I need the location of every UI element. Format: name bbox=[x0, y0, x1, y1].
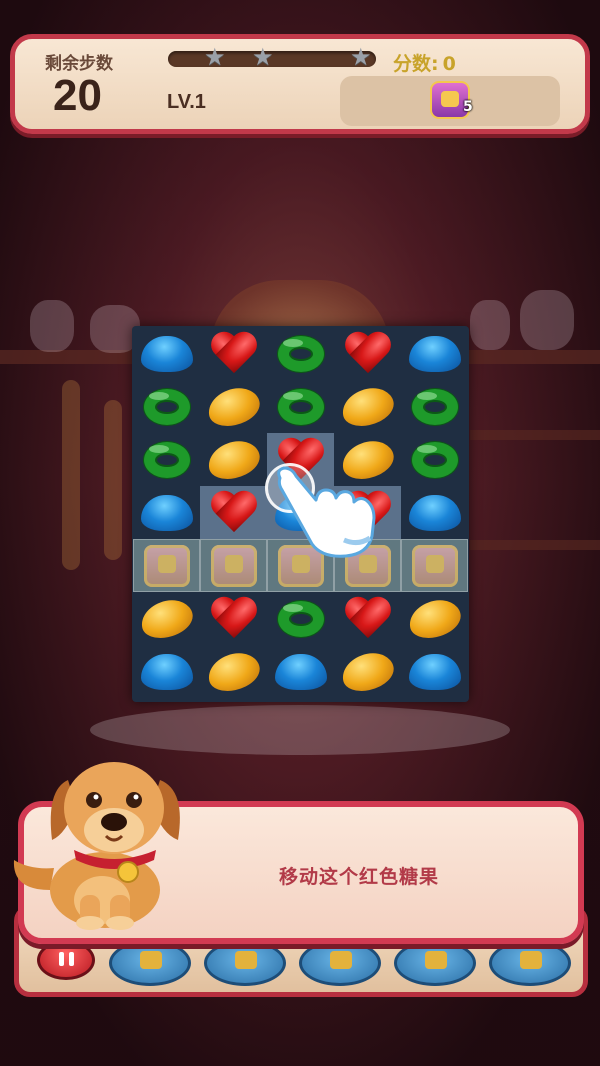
dog-icon bbox=[13, 762, 180, 930]
board-cell[interactable] bbox=[200, 380, 267, 433]
board-cell[interactable] bbox=[334, 592, 401, 645]
blue-candy-icon bbox=[408, 335, 461, 372]
locked-booster-slot[interactable] bbox=[204, 940, 286, 986]
blue-candy-icon bbox=[140, 653, 193, 690]
background-jar bbox=[470, 300, 510, 350]
yellow-candy-icon bbox=[338, 648, 397, 695]
blue-candy-icon bbox=[274, 653, 327, 690]
board-cell[interactable] bbox=[401, 433, 468, 486]
pause-button[interactable] bbox=[37, 940, 95, 980]
board-cell[interactable] bbox=[267, 592, 334, 645]
red-heart-candy-icon bbox=[344, 333, 392, 375]
score-value: 0 bbox=[442, 53, 456, 75]
green-ring-candy-icon bbox=[411, 441, 458, 478]
board-cell[interactable] bbox=[133, 327, 200, 380]
board-cell[interactable] bbox=[133, 645, 200, 698]
green-ring-candy-icon bbox=[277, 600, 324, 637]
board-cell[interactable] bbox=[401, 327, 468, 380]
background-jar bbox=[30, 300, 74, 352]
score-label: 分数: bbox=[393, 53, 439, 75]
blue-candy-icon bbox=[140, 335, 193, 372]
locked-booster-slot[interactable] bbox=[299, 940, 381, 986]
score-display: 分数: 0 bbox=[393, 49, 456, 76]
board-cell[interactable] bbox=[267, 645, 334, 698]
score-progress-bar: ★ ★ ★ bbox=[168, 45, 376, 69]
board-cell[interactable] bbox=[334, 645, 401, 698]
board-cell[interactable] bbox=[200, 327, 267, 380]
board-cell[interactable] bbox=[133, 486, 200, 539]
moves-counter: 20 bbox=[53, 71, 102, 120]
board-cell[interactable] bbox=[133, 592, 200, 645]
board-cell[interactable] bbox=[401, 539, 468, 592]
yellow-candy-icon bbox=[137, 595, 196, 642]
red-heart-candy-icon bbox=[210, 333, 258, 375]
board-cell[interactable] bbox=[200, 645, 267, 698]
board-cell[interactable] bbox=[200, 486, 267, 539]
red-heart-candy-icon bbox=[344, 598, 392, 640]
level-label: LV.1 bbox=[167, 91, 206, 113]
yellow-candy-icon bbox=[204, 436, 263, 483]
blue-candy-icon bbox=[408, 494, 461, 531]
blue-candy-icon bbox=[140, 494, 193, 531]
locked-booster-slot[interactable] bbox=[489, 940, 571, 986]
board-cell[interactable] bbox=[133, 380, 200, 433]
green-ring-candy-icon bbox=[143, 388, 190, 425]
yellow-candy-icon bbox=[405, 595, 464, 642]
board-cell[interactable] bbox=[401, 486, 468, 539]
background-spoon bbox=[62, 380, 80, 570]
red-heart-candy-icon bbox=[210, 492, 258, 534]
board-cell[interactable] bbox=[401, 380, 468, 433]
yellow-candy-icon bbox=[338, 383, 397, 430]
red-heart-candy-icon bbox=[210, 598, 258, 640]
top-hud: 剩余步数 20 LV.1 ★ ★ ★ 分数: 0 5 bbox=[10, 34, 590, 134]
board-cell[interactable] bbox=[334, 327, 401, 380]
green-ring-candy-icon bbox=[411, 388, 458, 425]
board-cell[interactable] bbox=[133, 539, 200, 592]
star-icon: ★ bbox=[204, 43, 226, 71]
board-cell[interactable] bbox=[133, 433, 200, 486]
background-jar bbox=[520, 290, 574, 350]
locked-booster-slot[interactable] bbox=[109, 940, 191, 986]
background-table bbox=[90, 705, 510, 755]
board-cell[interactable] bbox=[401, 592, 468, 645]
green-ring-candy-icon bbox=[143, 441, 190, 478]
board-cell[interactable] bbox=[200, 592, 267, 645]
background-shelf bbox=[470, 540, 600, 550]
board-cell[interactable] bbox=[267, 327, 334, 380]
tutorial-text: 移动这个红色糖果 bbox=[279, 866, 440, 888]
board-cell[interactable] bbox=[200, 433, 267, 486]
green-ring-candy-icon bbox=[277, 335, 324, 372]
hand-pointer-icon bbox=[277, 466, 376, 558]
background-spoon bbox=[104, 400, 122, 560]
board-cell[interactable] bbox=[401, 645, 468, 698]
green-ring-candy-icon bbox=[277, 388, 324, 425]
goal-panel: 5 bbox=[340, 76, 560, 126]
blue-candy-icon bbox=[408, 653, 461, 690]
locked-booster-slot[interactable] bbox=[394, 940, 476, 986]
background-shelf bbox=[470, 430, 600, 440]
gift-box-icon bbox=[210, 544, 257, 587]
board-cell[interactable] bbox=[200, 539, 267, 592]
gift-box-icon bbox=[143, 544, 190, 587]
board-cell[interactable] bbox=[334, 380, 401, 433]
yellow-candy-icon bbox=[204, 648, 263, 695]
gift-box-icon bbox=[411, 544, 458, 587]
yellow-candy-icon bbox=[204, 383, 263, 430]
star-icon: ★ bbox=[252, 43, 274, 71]
board-cell[interactable] bbox=[267, 380, 334, 433]
goal-count: 5 bbox=[463, 99, 473, 115]
star-icon: ★ bbox=[350, 43, 372, 71]
